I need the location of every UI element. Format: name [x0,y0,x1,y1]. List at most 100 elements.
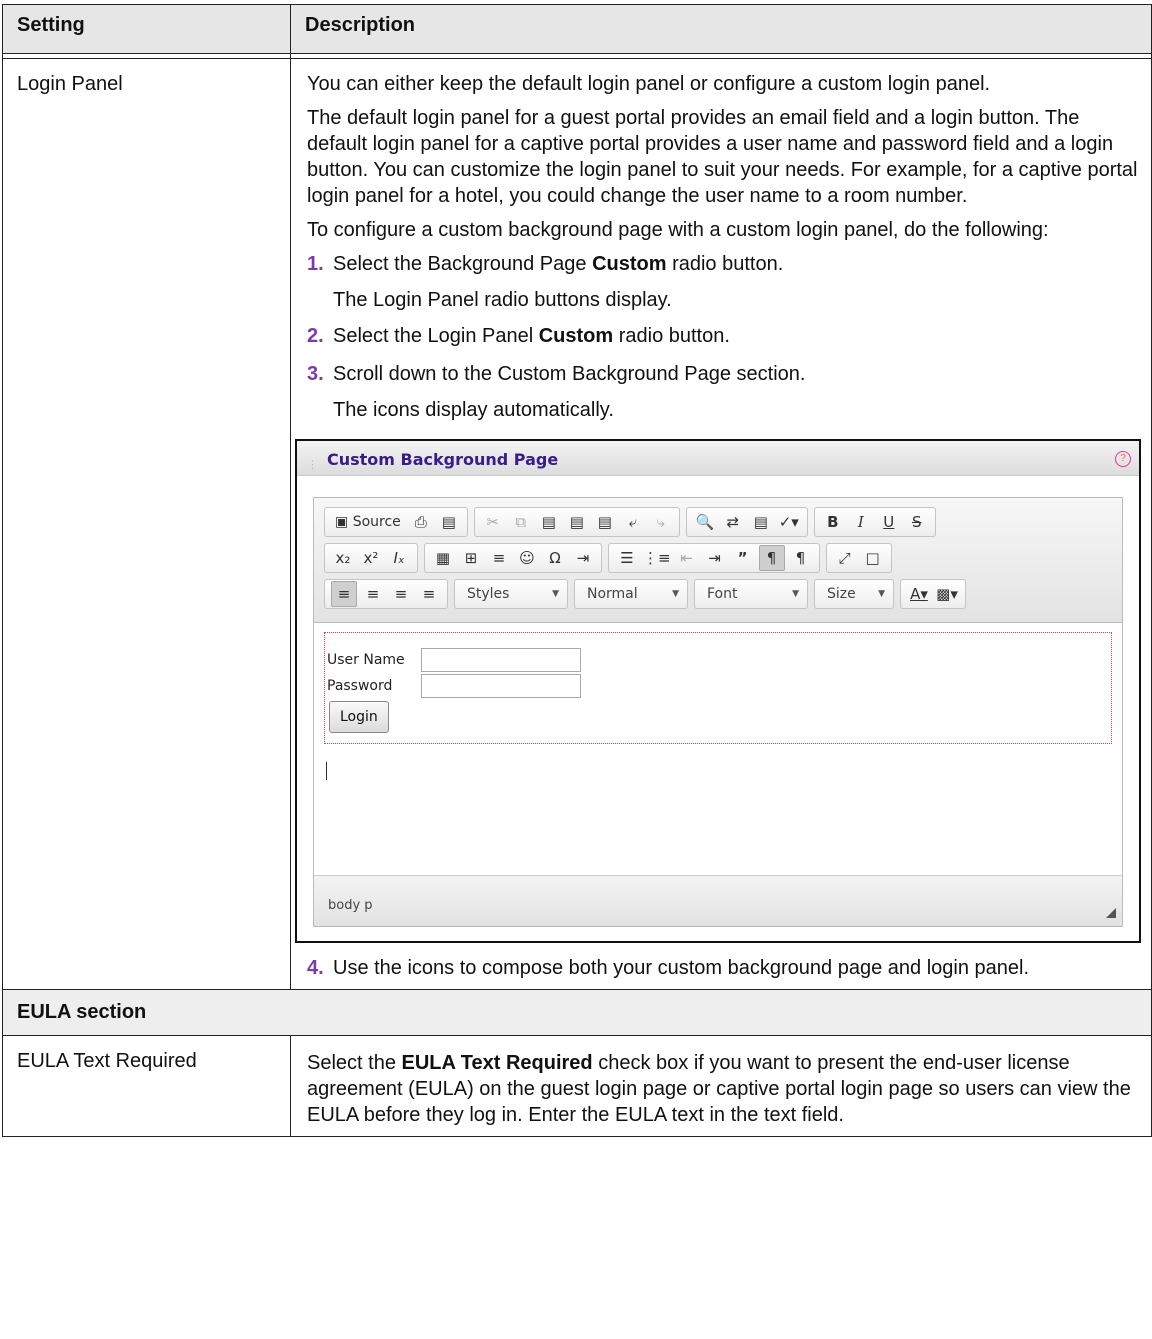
underline-icon[interactable]: U [877,510,901,534]
background-color-icon[interactable]: ▩▾ [935,582,959,606]
toolbar-row-2: x₂ x² Iₓ ▦ ⊞ ≡ ☺ Ω ⇥ ☰ ⋮≡ ⇤ ⇥ ” ¶ ¶ ⤢ □ [324,540,1114,576]
special-char-icon[interactable]: Ω [543,546,567,570]
select-all-icon[interactable]: ▤ [749,510,773,534]
paste-word-icon[interactable]: ▤ [593,510,617,534]
page-break-icon[interactable]: ⇥ [571,546,595,570]
table-row: EULA Text Required Select the EULA Text … [2,1035,1152,1137]
text-cursor [326,762,327,780]
step-4: 4. Use the icons to compose both your cu… [307,955,1141,981]
step-text: Select the Background Page [333,253,593,275]
description-eula: Select the EULA Text Required check box … [290,1035,1152,1137]
panel-title-bar: ⋮ Custom Background Page ? [297,441,1139,476]
chevron-down-icon: ▼ [878,589,885,599]
styles-dropdown[interactable]: Styles ▼ [454,579,568,609]
chevron-down-icon: ▼ [792,589,799,599]
password-label: Password [327,678,393,694]
remove-format-icon[interactable]: Iₓ [387,546,411,570]
undo-icon[interactable]: ⤶ [621,510,645,534]
login-panel-preview: User Name Password Login [324,632,1112,744]
setting-eula: EULA Text Required [2,1035,291,1137]
superscript-icon[interactable]: x² [359,546,383,570]
step-text: Select the Login Panel [333,325,539,347]
resize-handle-icon[interactable] [1106,908,1116,918]
toolbar-row-3: ≡ ≡ ≡ ≡ Styles ▼ Normal ▼ Font ▼ Size ▼ … [324,576,1114,612]
section-heading: EULA section [2,989,1152,1036]
setting-login-panel: Login Panel [2,58,291,990]
step-number: 2. [307,325,324,347]
subscript-icon[interactable]: x₂ [331,546,355,570]
cut-icon[interactable]: ✂ [481,510,505,534]
rtl-icon[interactable]: ¶ [789,546,813,570]
bold-icon[interactable]: B [821,510,845,534]
editor-content-area[interactable]: User Name Password Login [314,622,1122,872]
editor-status-bar: body p [314,875,1122,926]
smiley-icon[interactable]: ☺ [515,546,539,570]
section-row: EULA section [2,989,1152,1036]
step-3: 3. Scroll down to the Custom Background … [307,361,1141,387]
settings-table: Setting Description Login Panel You can … [2,4,1152,1137]
print-icon[interactable]: ⎙ [409,510,433,534]
italic-icon[interactable]: I [849,510,873,534]
chevron-down-icon: ▼ [552,589,559,599]
strikethrough-icon[interactable]: S [905,510,929,534]
align-left-icon[interactable]: ≡ [331,581,357,607]
spellcheck-icon[interactable]: ✓▾ [777,510,801,534]
login-button[interactable]: Login [329,701,389,733]
font-dropdown[interactable]: Font ▼ [694,579,808,609]
password-input[interactable] [421,674,581,698]
size-dropdown[interactable]: Size ▼ [814,579,894,609]
horizontal-line-icon[interactable]: ≡ [487,546,511,570]
chevron-down-icon: ▼ [672,589,679,599]
paragraph: You can either keep the default login pa… [307,73,991,95]
source-icon: ▣ [335,514,353,530]
paste-icon[interactable]: ▤ [537,510,561,534]
step-text: Scroll down to the Custom Background Pag… [333,363,806,385]
table-header-row: Setting Description [2,4,1152,54]
paste-text-icon[interactable]: ▤ [565,510,589,534]
indent-icon[interactable]: ⇥ [703,546,727,570]
numbered-list-icon[interactable]: ☰ [615,546,639,570]
step-1: 1. Select the Background Page Custom rad… [307,251,1141,277]
preview-icon[interactable]: ▤ [437,510,461,534]
description-login-panel: You can either keep the default login pa… [290,58,1152,990]
redo-icon[interactable]: ⤷ [649,510,673,534]
align-right-icon[interactable]: ≡ [389,582,413,606]
step-1-note: The Login Panel radio buttons display. [333,289,672,311]
ltr-icon[interactable]: ¶ [758,545,785,571]
outdent-icon[interactable]: ⇤ [675,546,699,570]
custom-background-page-screenshot: ⋮ Custom Background Page ? ▣ Source ⎙ ▤ [295,439,1141,943]
maximize-icon[interactable]: ⤢ [833,546,857,570]
toolbar-row-1: ▣ Source ⎙ ▤ ✂ ⧉ ▤ ▤ ▤ ⤶ ⤷ 🔍 ⇄ ▤ ✓▾ B I … [324,504,1114,540]
help-icon[interactable]: ? [1115,451,1131,467]
replace-icon[interactable]: ⇄ [721,510,745,534]
justify-icon[interactable]: ≡ [417,582,441,606]
source-button[interactable]: ▣ Source [331,510,405,534]
step-text: Use the icons to compose both your custo… [333,957,1029,979]
page: Setting Description Login Panel You can … [0,0,1152,1339]
paragraph: To configure a custom background page wi… [307,219,1049,241]
header-description: Description [290,4,1152,54]
show-blocks-icon[interactable]: □ [861,546,885,570]
step-number: 1. [307,253,324,275]
element-path[interactable]: body p [328,893,373,919]
table-icon[interactable]: ⊞ [459,546,483,570]
user-name-input[interactable] [421,648,581,672]
step-text: radio button. [613,325,730,347]
copy-icon[interactable]: ⧉ [509,510,533,534]
text-color-icon[interactable]: A▾ [907,582,931,606]
find-icon[interactable]: 🔍 [693,510,717,534]
align-center-icon[interactable]: ≡ [361,582,385,606]
step-text: radio button. [666,253,784,275]
editor-toolbar: ▣ Source ⎙ ▤ ✂ ⧉ ▤ ▤ ▤ ⤶ ⤷ 🔍 ⇄ ▤ ✓▾ B I … [314,498,1122,623]
rich-text-editor: ▣ Source ⎙ ▤ ✂ ⧉ ▤ ▤ ▤ ⤶ ⤷ 🔍 ⇄ ▤ ✓▾ B I … [313,497,1123,927]
image-icon[interactable]: ▦ [431,546,455,570]
blockquote-icon[interactable]: ” [731,546,755,570]
step-bold: Custom [538,325,614,347]
header-setting: Setting [2,4,291,54]
step-number: 3. [307,363,324,385]
format-dropdown[interactable]: Normal ▼ [574,579,688,609]
panel-title: Custom Background Page [327,450,559,469]
user-name-label: User Name [327,652,405,668]
table-row: Login Panel You can either keep the defa… [2,58,1152,990]
bulleted-list-icon[interactable]: ⋮≡ [643,546,671,570]
